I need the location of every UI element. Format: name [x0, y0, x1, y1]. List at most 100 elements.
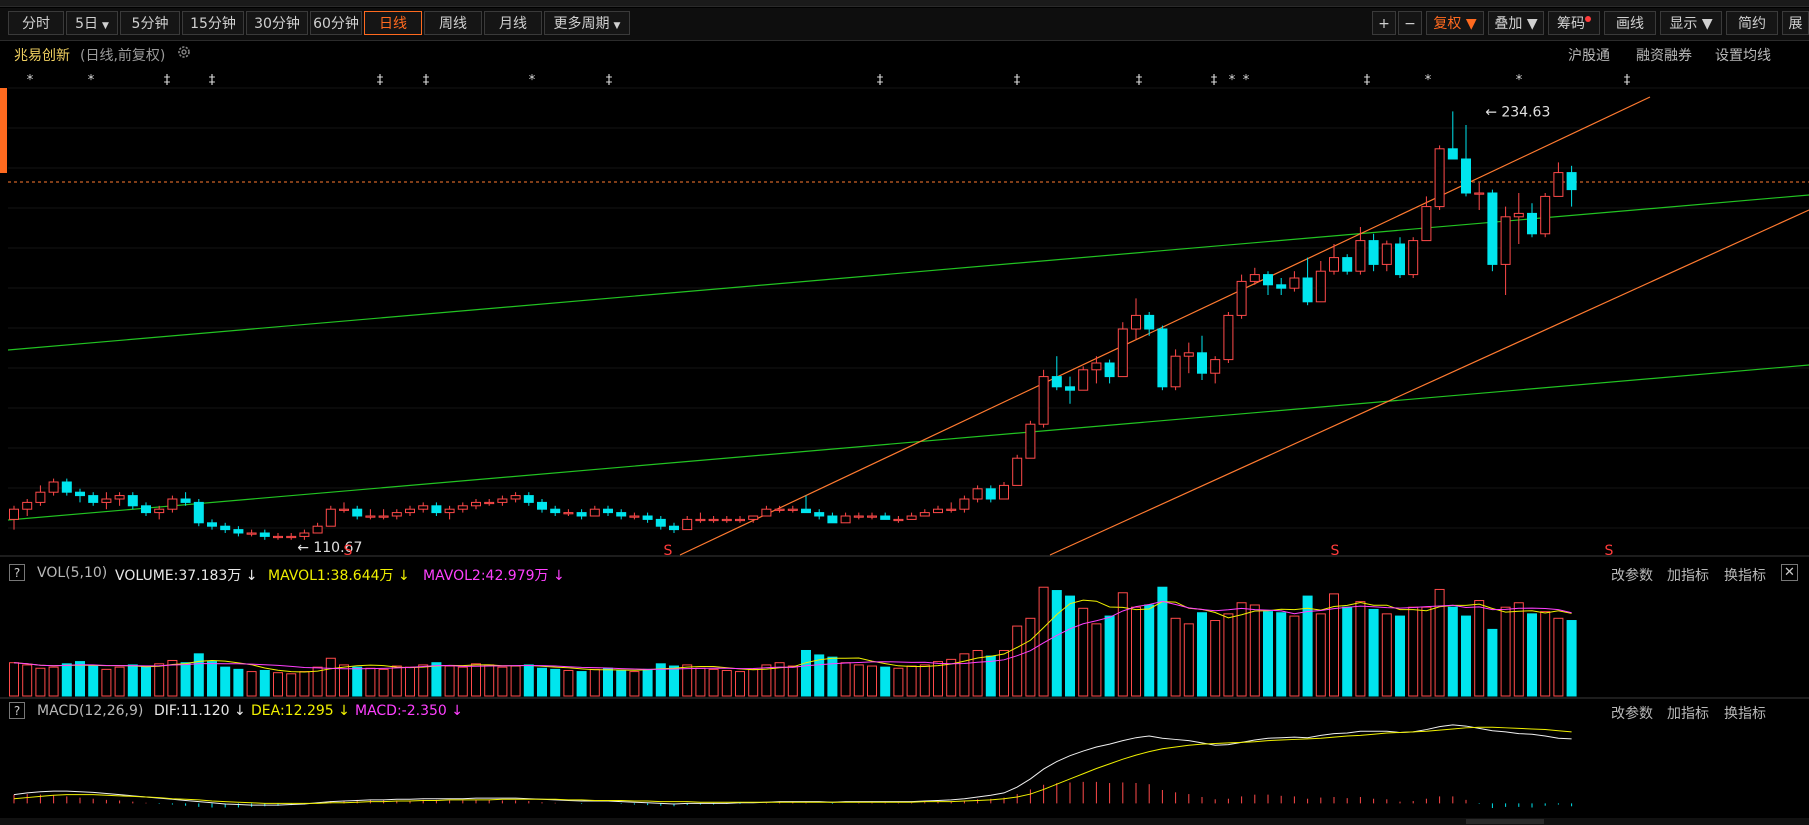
volume-bar [444, 665, 455, 697]
candle [1342, 257, 1353, 272]
volume-bar [127, 664, 138, 697]
candle [339, 508, 349, 511]
volume-bar [1513, 602, 1524, 697]
candle [629, 515, 640, 518]
candle [550, 508, 561, 514]
candle [787, 508, 798, 511]
dea-line [13, 726, 1572, 804]
candle [48, 481, 59, 493]
volume-bar [523, 664, 534, 697]
candle [352, 508, 363, 517]
low-price-label: ← 110.67 [297, 540, 362, 556]
volume-bar [1183, 623, 1194, 697]
candle [616, 512, 627, 517]
volume-bar [259, 669, 270, 697]
volume-bar [1315, 613, 1326, 697]
vol-switch-indicator[interactable]: 换指标 [1724, 565, 1766, 585]
volume-bar [325, 657, 336, 697]
help-icon[interactable]: ? [9, 564, 25, 581]
macd-add-indicator[interactable]: 加指标 [1667, 703, 1709, 723]
candle [1540, 195, 1551, 235]
candle [510, 495, 521, 500]
candle [1091, 362, 1102, 371]
candle [1249, 274, 1260, 282]
volume-bar [682, 664, 693, 697]
volume-bar [1474, 600, 1485, 697]
candle [1395, 243, 1405, 276]
volume-bar [1408, 606, 1419, 697]
volume-bar [167, 659, 178, 697]
candle [959, 498, 970, 510]
candle [853, 515, 864, 518]
volume-bar [1276, 612, 1287, 697]
help-icon[interactable]: ? [9, 702, 25, 719]
vol-edit-params[interactable]: 改参数 [1611, 565, 1653, 585]
volume-bar [1500, 606, 1511, 697]
volume-bar [708, 668, 719, 697]
candle [1236, 280, 1247, 316]
volume-bar [101, 668, 112, 697]
volume-bar [35, 667, 46, 697]
candle [9, 508, 19, 520]
candle [127, 495, 138, 507]
volume-bar [642, 668, 653, 697]
volume-bar [840, 662, 851, 697]
event-marker-icon: ‡ [1211, 73, 1218, 88]
dividend-marker-icon: S [1605, 543, 1614, 559]
volume-bar [418, 664, 429, 697]
candle [523, 495, 534, 503]
candle [101, 498, 112, 503]
candle [378, 515, 389, 518]
candle [1289, 277, 1300, 289]
volume-bar [405, 666, 415, 697]
candle [761, 508, 772, 517]
macd-dea: DEA:12.295 ↓ [251, 703, 350, 719]
candle [735, 518, 745, 522]
candle [273, 535, 283, 539]
event-marker-icon: * [1229, 73, 1236, 88]
volume-bar [457, 666, 468, 697]
candle [1157, 328, 1168, 388]
candle [933, 508, 943, 514]
event-marker-icon: * [529, 73, 536, 88]
volume-bar [1197, 612, 1207, 697]
volume-bar [1249, 604, 1260, 697]
candle [1408, 240, 1419, 276]
macd-dea-text: DEA:12.295 [251, 703, 334, 719]
candle [589, 508, 600, 517]
volume-bar [1065, 595, 1075, 697]
volume-bar [1236, 602, 1247, 697]
candle [893, 518, 904, 522]
candle [1104, 362, 1115, 378]
candle [708, 518, 719, 522]
candle [1566, 172, 1577, 191]
volume-bar [299, 671, 310, 697]
vol-panel-header: ? VOL(5,10) VOLUME:37.183万 ↓ MAVOL1:38.6… [0, 563, 1809, 585]
event-marker-icon: * [88, 73, 95, 88]
volume-bar [61, 663, 72, 697]
candle [1461, 158, 1471, 194]
volume-bar [814, 654, 825, 697]
candle [497, 498, 508, 503]
vol-mavol2-text: MAVOL2:42.979万 [423, 568, 549, 584]
volume-bar [1104, 615, 1115, 697]
macd-edit-params[interactable]: 改参数 [1611, 703, 1653, 723]
volume-bar [220, 666, 231, 697]
candle [1276, 284, 1287, 289]
candle [391, 512, 402, 517]
vol-mavol1-text: MAVOL1:38.644万 [268, 568, 394, 584]
volume-bar [801, 649, 811, 697]
close-icon[interactable]: ✕ [1781, 564, 1798, 581]
candle [946, 508, 957, 511]
channel-line-orange [679, 96, 1651, 556]
vol-add-indicator[interactable]: 加指标 [1667, 565, 1709, 585]
candle [312, 525, 323, 534]
candle [1051, 376, 1062, 388]
dividend-marker-icon: S [664, 543, 673, 559]
macd-switch-indicator[interactable]: 换指标 [1724, 703, 1766, 723]
volume-bar [1091, 623, 1102, 697]
candle [167, 498, 178, 510]
candle [1500, 216, 1511, 265]
macd-dif-text: DIF:11.120 [154, 703, 230, 719]
candle [906, 515, 917, 520]
